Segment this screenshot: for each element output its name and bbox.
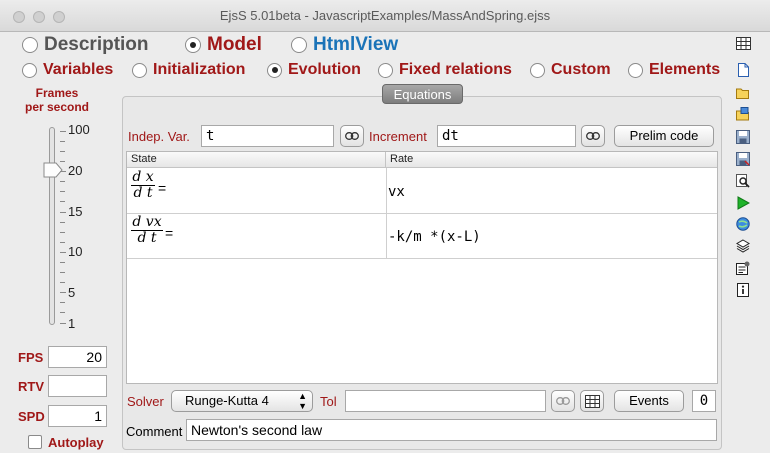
open-examples-icon[interactable] bbox=[736, 107, 750, 121]
save-as-icon[interactable] bbox=[736, 152, 750, 166]
tab-variables-label: Variables bbox=[43, 61, 114, 78]
events-count: 0 bbox=[692, 390, 716, 412]
tab-description[interactable]: Description bbox=[22, 34, 149, 56]
tick-label: 1 bbox=[68, 316, 76, 331]
tab-model[interactable]: Model bbox=[185, 34, 262, 56]
prelim-code-button[interactable]: Prelim code bbox=[614, 125, 714, 147]
rate-cell[interactable]: vx bbox=[388, 184, 405, 200]
fps-field[interactable]: 20 bbox=[48, 346, 107, 368]
tab-elements[interactable]: Elements bbox=[628, 60, 720, 80]
tab-initialization-label: Initialization bbox=[153, 61, 246, 78]
new-file-icon[interactable] bbox=[736, 63, 750, 77]
radio-icon bbox=[378, 62, 393, 78]
solver-select[interactable]: Runge-Kutta 4 ▲ ▼ bbox=[171, 390, 313, 412]
events-button[interactable]: Events bbox=[614, 390, 684, 412]
tab-htmlview-label: HtmlView bbox=[313, 34, 399, 55]
rtv-field[interactable] bbox=[48, 375, 107, 397]
column-header-state[interactable]: State bbox=[127, 152, 386, 168]
fps-slider-thumb[interactable] bbox=[43, 162, 63, 178]
derivative-fraction: d x d t bbox=[131, 169, 155, 201]
indep-var-field[interactable]: t bbox=[201, 125, 334, 147]
radio-icon bbox=[530, 62, 545, 78]
tick-label: 10 bbox=[68, 244, 83, 259]
tick-label: 5 bbox=[68, 285, 76, 300]
equals-sign: = bbox=[158, 180, 167, 196]
autoplay-label: Autoplay bbox=[48, 435, 104, 450]
tol-label: Tol bbox=[320, 394, 337, 409]
tab-custom[interactable]: Custom bbox=[530, 60, 611, 80]
indep-var-link-button[interactable] bbox=[340, 125, 364, 147]
tab-fixed-relations-label: Fixed relations bbox=[399, 61, 512, 78]
tol-field[interactable] bbox=[345, 390, 546, 412]
comment-label: Comment bbox=[126, 424, 183, 439]
spd-field[interactable]: 1 bbox=[48, 405, 107, 427]
tick-label: 20 bbox=[68, 163, 83, 178]
link-icon bbox=[586, 132, 600, 140]
tab-initialization[interactable]: Initialization bbox=[132, 60, 245, 80]
fps-title: Frames per second bbox=[14, 86, 100, 114]
link-icon bbox=[345, 132, 359, 140]
fps-title-line2: per second bbox=[24, 100, 90, 114]
autoplay-checkbox[interactable] bbox=[28, 435, 42, 449]
title-bar: EjsS 5.01beta - JavascriptExamples/MassA… bbox=[0, 0, 770, 32]
tab-custom-label: Custom bbox=[551, 61, 611, 78]
table-view-button[interactable] bbox=[580, 390, 604, 412]
indep-var-label: Indep. Var. bbox=[128, 129, 190, 144]
increment-label: Increment bbox=[369, 129, 427, 144]
fps-title-line1: Frames bbox=[35, 86, 79, 100]
save-icon[interactable] bbox=[736, 130, 750, 144]
radio-icon bbox=[22, 62, 37, 78]
comment-field[interactable]: Newton's second law bbox=[186, 419, 717, 441]
fps-label: FPS bbox=[18, 350, 44, 365]
table-icon bbox=[584, 394, 600, 408]
equations-table: State Rate d x d t = vx d vx d t = -k/m … bbox=[126, 151, 718, 384]
equations-tab[interactable]: Equations bbox=[382, 84, 463, 104]
stack-layers-icon[interactable] bbox=[736, 239, 750, 253]
grid-view-icon[interactable] bbox=[736, 37, 751, 50]
solver-value: Runge-Kutta 4 bbox=[185, 393, 269, 408]
tol-link-button[interactable] bbox=[551, 390, 575, 412]
tab-htmlview[interactable]: HtmlView bbox=[291, 34, 398, 56]
options-icon[interactable] bbox=[736, 261, 750, 275]
select-arrows-icon: ▲ ▼ bbox=[298, 391, 307, 411]
increment-link-button[interactable] bbox=[581, 125, 605, 147]
tab-elements-label: Elements bbox=[649, 61, 721, 78]
radio-selected-icon bbox=[267, 62, 282, 78]
derivative-fraction: d vx d t bbox=[131, 214, 163, 246]
radio-icon bbox=[291, 37, 307, 53]
fps-slider-track[interactable] bbox=[49, 127, 55, 325]
open-folder-icon[interactable] bbox=[736, 86, 750, 100]
tab-variables[interactable]: Variables bbox=[22, 60, 113, 80]
web-globe-icon[interactable] bbox=[736, 217, 750, 231]
run-icon[interactable] bbox=[736, 196, 750, 210]
tick-label: 15 bbox=[68, 204, 83, 219]
rtv-label: RTV bbox=[18, 379, 44, 394]
search-icon[interactable] bbox=[736, 174, 750, 188]
rate-cell[interactable]: -k/m *(x-L) bbox=[388, 229, 481, 245]
spd-label: SPD bbox=[18, 409, 45, 424]
equals-sign: = bbox=[165, 225, 174, 241]
radio-icon bbox=[22, 37, 38, 53]
tab-fixed-relations[interactable]: Fixed relations bbox=[378, 60, 512, 80]
tab-description-label: Description bbox=[44, 34, 149, 55]
tab-model-label: Model bbox=[207, 34, 262, 55]
link-icon bbox=[556, 397, 570, 405]
tab-evolution[interactable]: Evolution bbox=[267, 60, 361, 80]
tick-label: 100 bbox=[68, 122, 90, 137]
radio-selected-icon bbox=[185, 37, 201, 53]
window-title: EjsS 5.01beta - JavascriptExamples/MassA… bbox=[219, 8, 551, 23]
info-icon[interactable] bbox=[736, 283, 750, 297]
radio-icon bbox=[628, 62, 643, 78]
column-header-rate[interactable]: Rate bbox=[386, 152, 717, 168]
tab-evolution-label: Evolution bbox=[288, 61, 361, 78]
increment-field[interactable]: dt bbox=[437, 125, 576, 147]
solver-label: Solver bbox=[127, 394, 164, 409]
radio-icon bbox=[132, 62, 147, 78]
